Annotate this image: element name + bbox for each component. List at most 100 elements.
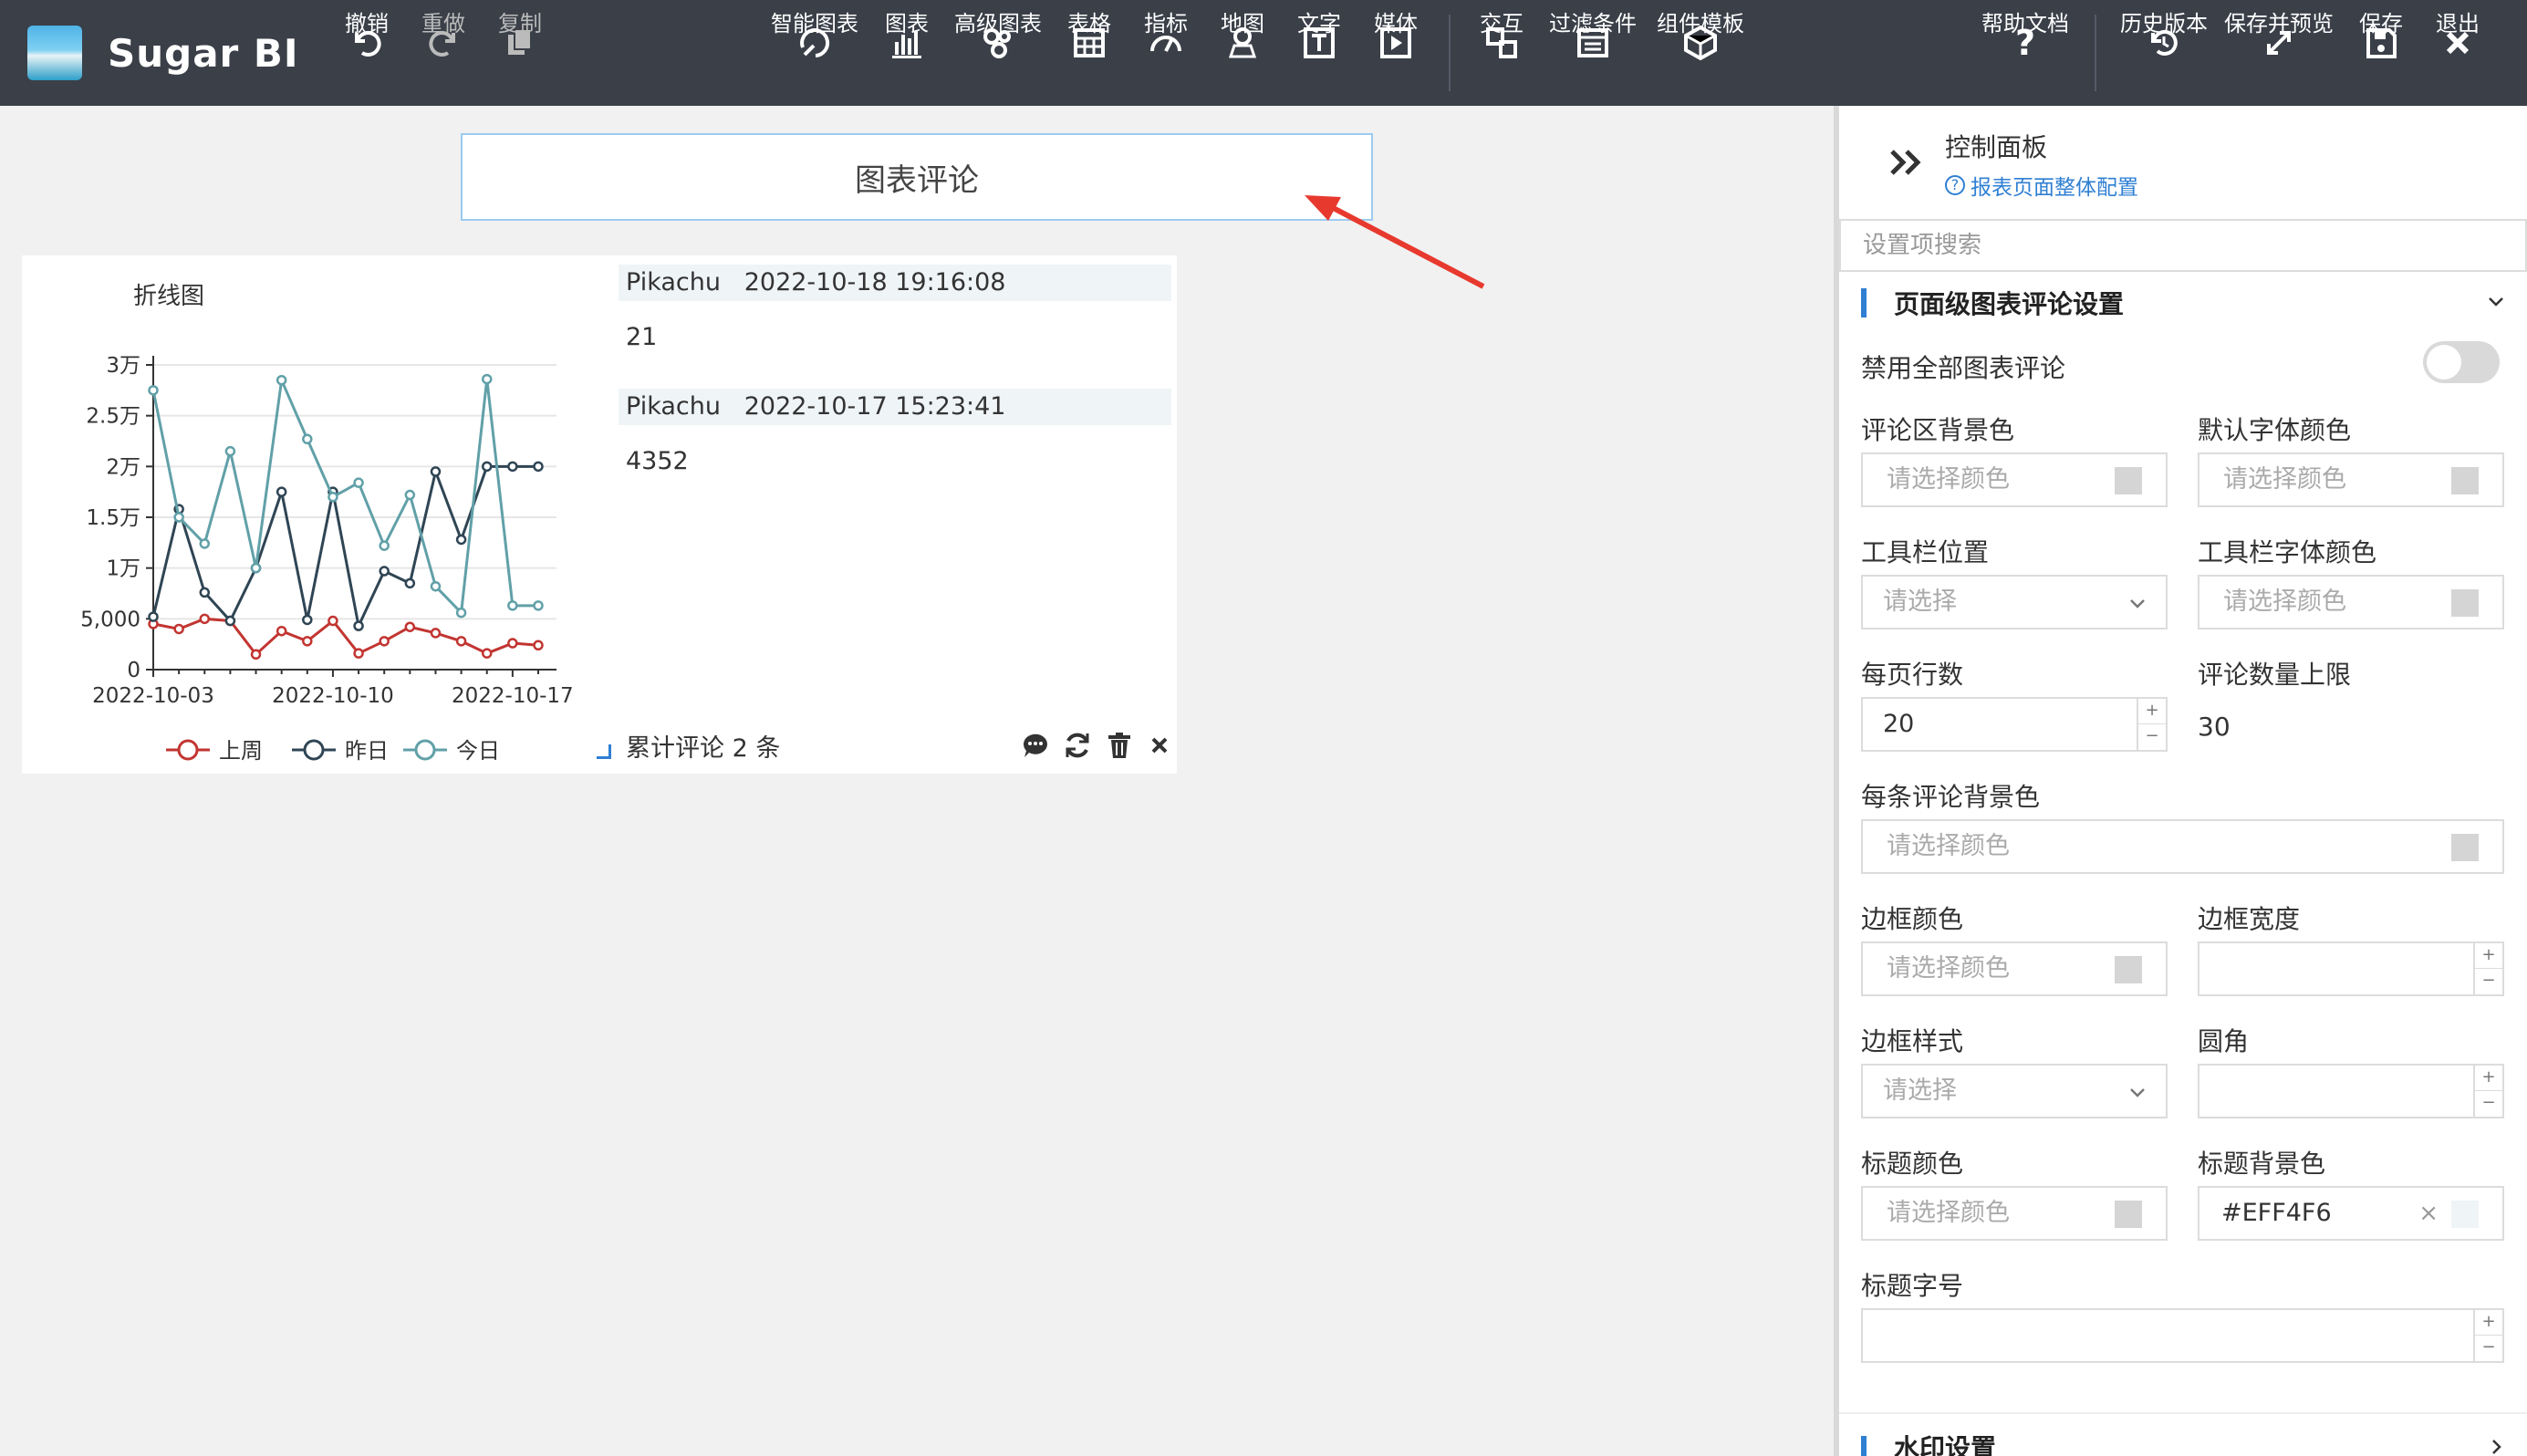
- data-point: [276, 374, 287, 386]
- chart-component[interactable]: 折线图 0 5,000 1万 1.5万 2万 2.5万 3万 2022-10-03 2022-1…: [22, 255, 1177, 774]
- number-stepper[interactable]: + −: [2473, 943, 2502, 994]
- data-point: [148, 611, 159, 622]
- toolbar-font-color-label: 工具栏字体颜色: [2198, 537, 2377, 567]
- redo-button[interactable]: 重做: [418, 0, 469, 106]
- data-point: [379, 636, 390, 647]
- data-point: [481, 461, 493, 473]
- radius-input[interactable]: + −: [2198, 1064, 2504, 1118]
- settings-search-input[interactable]: 设置项搜索: [1839, 219, 2527, 272]
- save-button[interactable]: 保存: [2359, 0, 2403, 106]
- border-color-picker[interactable]: 请选择颜色: [1861, 941, 2168, 996]
- title-color-picker[interactable]: 请选择颜色: [1861, 1186, 2168, 1241]
- smart-chart-button[interactable]: 智能图表: [771, 0, 858, 106]
- metric-button[interactable]: 指标: [1144, 0, 1188, 106]
- toolbar-position-select[interactable]: 请选择: [1861, 575, 2168, 629]
- data-point: [481, 648, 493, 659]
- help-button[interactable]: ? 帮助文档: [1981, 0, 2069, 106]
- close-icon[interactable]: [1144, 730, 1175, 761]
- data-point: [379, 540, 390, 551]
- data-point: [455, 534, 467, 546]
- number-stepper[interactable]: + −: [2473, 1310, 2502, 1361]
- toolbar-position-label: 工具栏位置: [1861, 537, 1990, 567]
- exit-button[interactable]: 退出: [2436, 0, 2480, 106]
- chart-button[interactable]: 图表: [885, 0, 929, 106]
- rows-per-page-input[interactable]: 20 + −: [1861, 697, 2168, 752]
- app-name: Sugar BI: [108, 31, 299, 76]
- chevron-down-icon: [2130, 1088, 2145, 1097]
- x-tick-label: 2022-10-03: [92, 684, 214, 708]
- chevron-down-icon: [2489, 297, 2503, 307]
- refresh-icon[interactable]: [1062, 730, 1093, 761]
- data-point: [507, 600, 518, 611]
- collapse-panel-icon[interactable]: [1885, 140, 1929, 184]
- template-button[interactable]: 组件模板: [1657, 0, 1744, 106]
- title-font-size-input[interactable]: + −: [1861, 1308, 2504, 1363]
- series-line: [151, 375, 538, 616]
- filter-button[interactable]: 过滤条件: [1549, 0, 1637, 106]
- comment-header: Pikachu 2022-10-18 19:16:08: [619, 265, 1171, 301]
- comment-bg-label: 评论区背景色: [1861, 415, 2015, 445]
- data-point: [507, 461, 518, 473]
- toolbar-font-color-picker[interactable]: 请选择颜色: [2198, 575, 2504, 629]
- comment-text: 4352: [626, 447, 689, 475]
- number-stepper[interactable]: + −: [2473, 1066, 2502, 1117]
- comment-count: 累计评论 2 条: [626, 734, 781, 763]
- table-button[interactable]: 表格: [1067, 0, 1111, 106]
- copy-button[interactable]: 复制: [494, 0, 546, 106]
- resize-handle[interactable]: [597, 744, 611, 759]
- color-swatch: [2451, 589, 2479, 617]
- data-point: [507, 638, 518, 649]
- comment-bubble-icon[interactable]: [1020, 730, 1051, 761]
- media-button[interactable]: 媒体: [1374, 0, 1418, 106]
- section-watermark-settings[interactable]: 水印设置: [1861, 1430, 2518, 1456]
- y-tick-label: 1.5万: [86, 506, 140, 530]
- toggle-knob: [2427, 345, 2461, 380]
- comment-time: 2022-10-18 19:16:08: [744, 268, 1006, 296]
- border-style-select[interactable]: 请选择: [1861, 1064, 2168, 1118]
- comment-bg-color-picker[interactable]: 请选择颜色: [1861, 452, 2168, 507]
- text-component-title[interactable]: 图表评论: [461, 133, 1373, 221]
- trash-icon[interactable]: [1104, 730, 1135, 761]
- clear-icon[interactable]: ×: [2418, 1201, 2439, 1226]
- map-button[interactable]: 地图: [1221, 0, 1264, 106]
- each-comment-bg-color-picker[interactable]: 请选择颜色: [1861, 819, 2504, 874]
- default-font-color-label: 默认字体颜色: [2198, 415, 2352, 445]
- number-stepper[interactable]: + −: [2137, 699, 2166, 750]
- title-bg-color-picker[interactable]: #EFF4F6 ×: [2198, 1186, 2504, 1241]
- select-placeholder: 请选择: [1883, 1076, 1957, 1105]
- y-tick-label: 1万: [106, 557, 140, 581]
- title-color-label: 标题颜色: [1861, 1149, 1964, 1179]
- color-placeholder: 请选择颜色: [2223, 465, 2346, 494]
- each-comment-bg-label: 每条评论背景色: [1861, 782, 2041, 812]
- advanced-chart-button[interactable]: 高级图表: [954, 0, 1042, 106]
- border-width-input[interactable]: + −: [2198, 941, 2504, 996]
- radius-label: 圆角: [2198, 1026, 2250, 1056]
- x-tick-label: 2022-10-10: [272, 684, 394, 708]
- data-point: [430, 628, 442, 639]
- section-title: 水印设置: [1894, 1433, 1997, 1456]
- page-config-link[interactable]: ? 报表页面整体配置: [1945, 170, 2138, 201]
- border-color-label: 边框颜色: [1861, 904, 1964, 934]
- color-swatch: [2115, 467, 2142, 494]
- save-preview-button[interactable]: 保存并预览: [2224, 0, 2334, 106]
- interaction-button[interactable]: 交互: [1480, 0, 1523, 106]
- data-point: [328, 491, 338, 503]
- title-font-size-label: 标题字号: [1861, 1271, 1964, 1301]
- disable-all-toggle[interactable]: [2423, 341, 2500, 383]
- history-button[interactable]: 历史版本: [2120, 0, 2208, 106]
- rows-per-page-value: 20: [1883, 710, 1915, 738]
- data-point: [250, 562, 262, 574]
- legend-label: 今日: [456, 738, 500, 764]
- chevron-right-icon: [2492, 1440, 2501, 1454]
- section-comment-settings[interactable]: 页面级图表评论设置: [1861, 285, 2518, 321]
- undo-button[interactable]: 撤销: [341, 0, 392, 106]
- data-point: [379, 566, 390, 577]
- comment-text: 21: [626, 323, 658, 351]
- text-button[interactable]: 文字: [1297, 0, 1341, 106]
- comment-header: Pikachu 2022-10-17 15:23:41: [619, 389, 1171, 425]
- default-font-color-picker[interactable]: 请选择颜色: [2198, 452, 2504, 507]
- color-placeholder: 请选择颜色: [1887, 1199, 2010, 1227]
- data-point: [455, 636, 467, 647]
- legend-marker: [177, 739, 199, 761]
- data-point: [173, 512, 184, 523]
